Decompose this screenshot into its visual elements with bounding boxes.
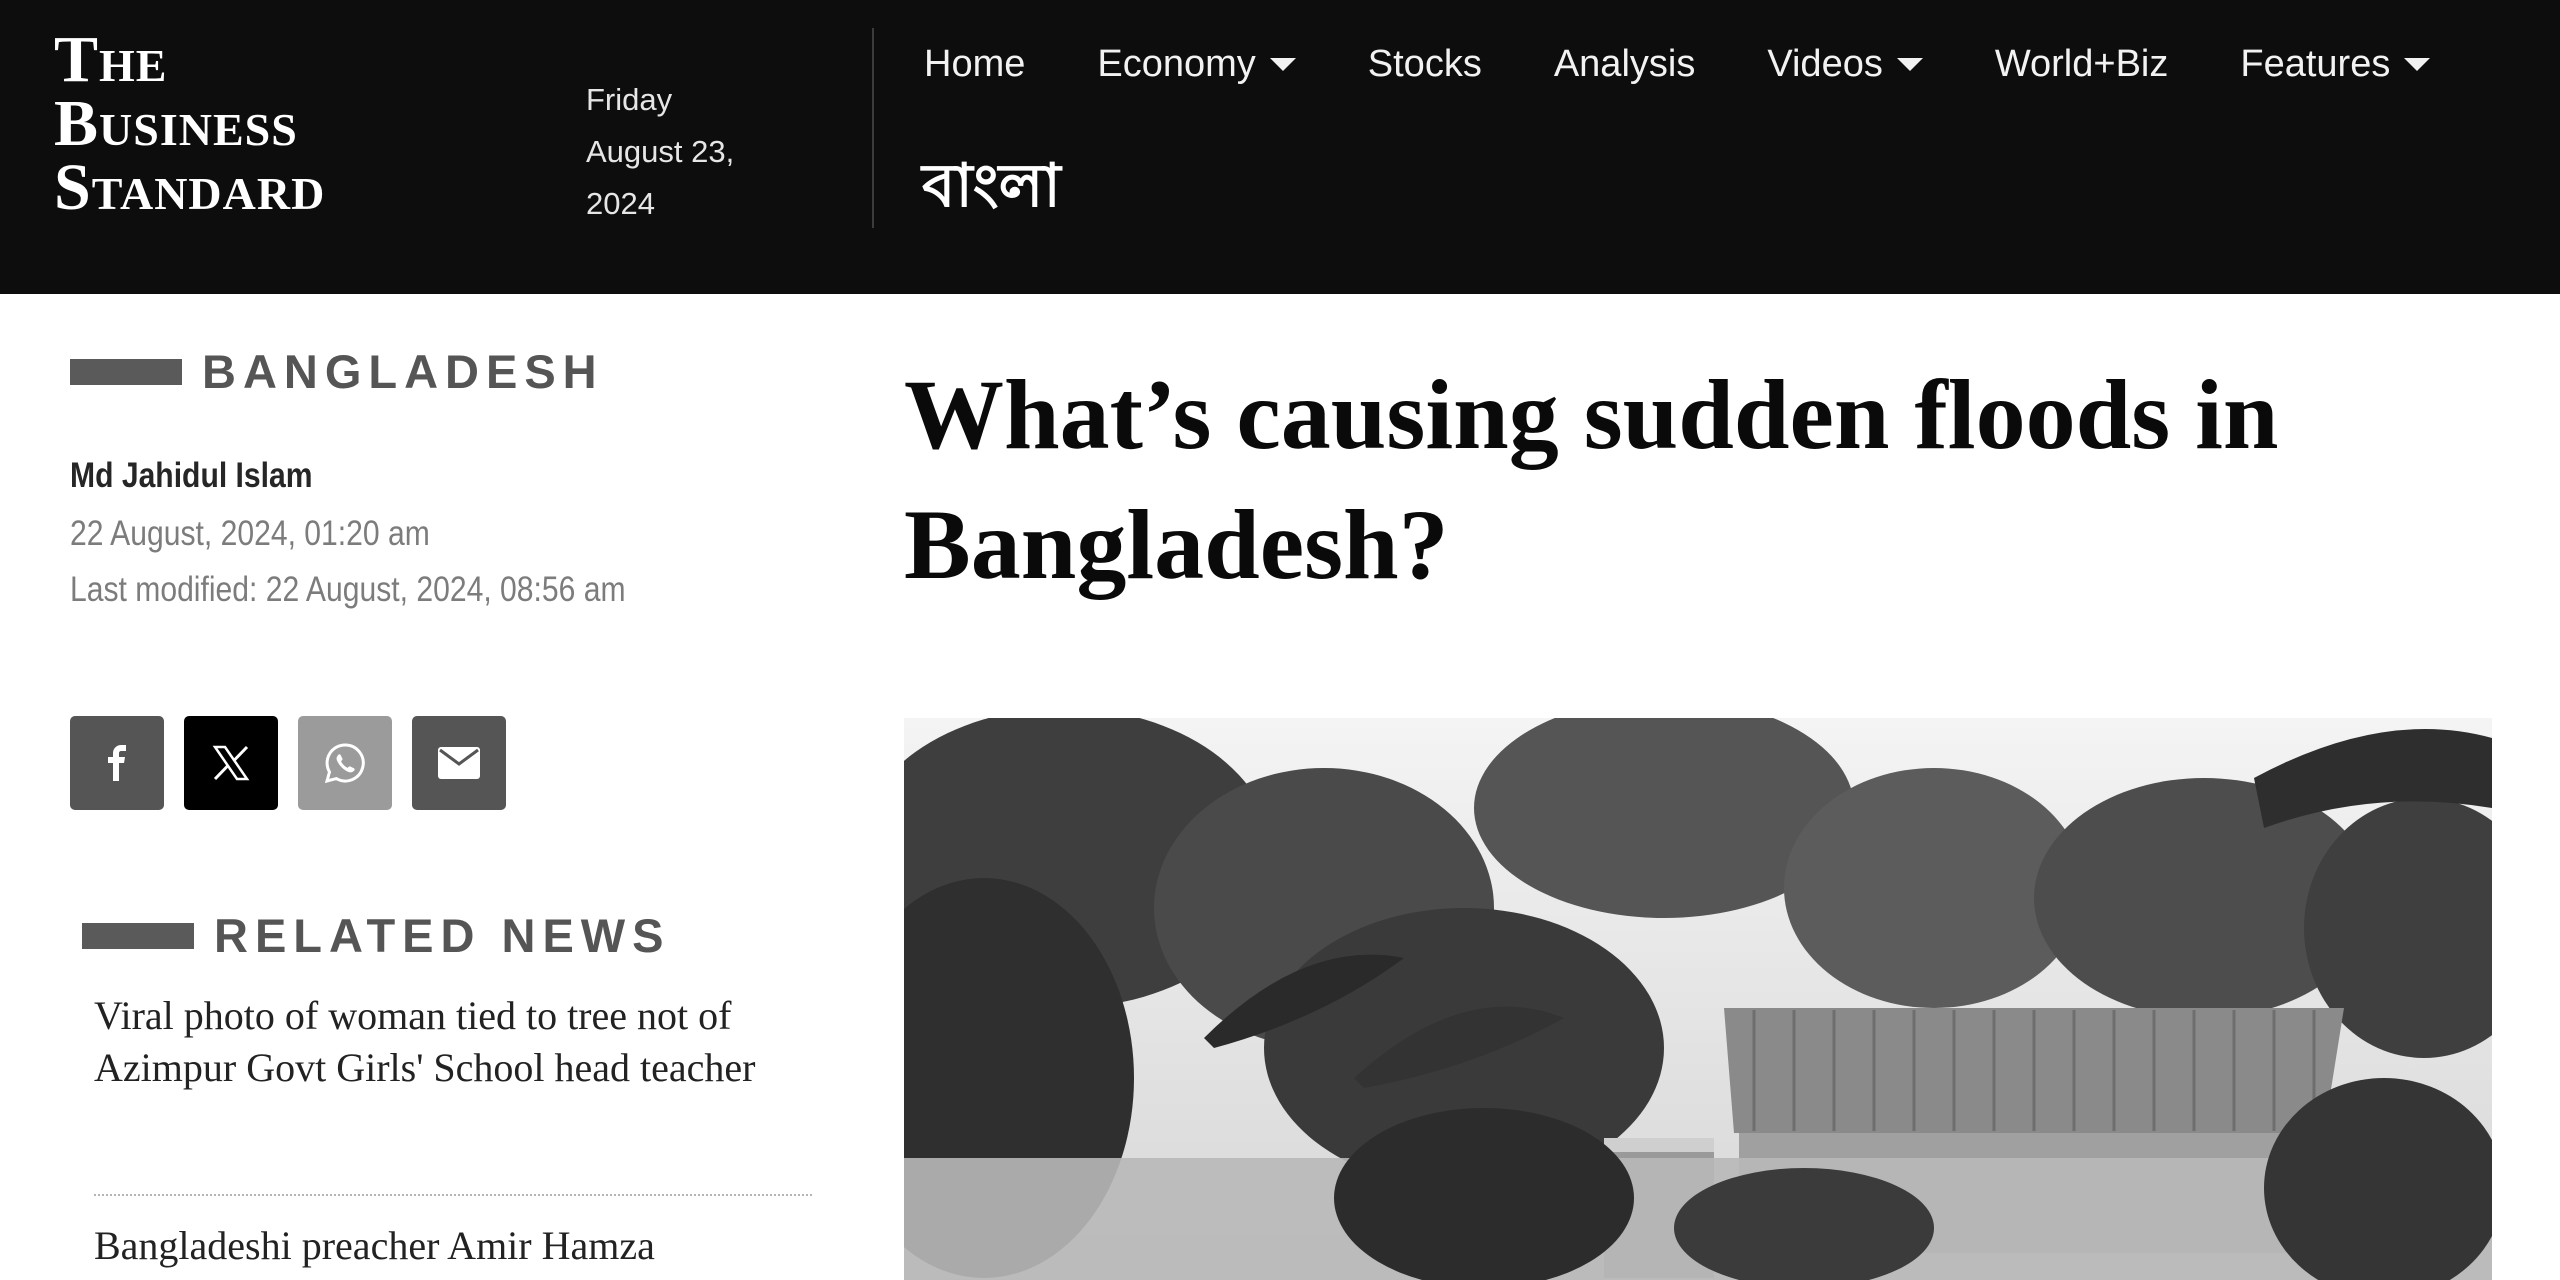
nav-item-label: Economy (1097, 42, 1256, 85)
related-separator (94, 1194, 812, 1196)
date-year: 2024 (586, 186, 655, 221)
nav-item-label: Home (924, 42, 1026, 85)
related-news-title: RELATED NEWS (214, 909, 671, 962)
nav-item-economy[interactable]: Economy (1097, 42, 1296, 86)
chevron-down-icon (1269, 57, 1296, 71)
chevron-down-icon (1896, 57, 1923, 71)
published-date: 22 August, 2024, 01:20 am (70, 514, 430, 553)
share-facebook-button[interactable] (70, 716, 164, 810)
share-email-button[interactable] (412, 716, 506, 810)
whatsapp-icon (324, 743, 365, 784)
share-whatsapp-button[interactable] (298, 716, 392, 810)
hero-image[interactable] (904, 718, 2492, 1280)
facebook-icon (108, 745, 126, 781)
header-divider (872, 28, 874, 228)
nav-item-analysis[interactable]: Analysis (1554, 43, 1696, 86)
related-news-item[interactable]: Viral photo of woman tied to tree not of… (94, 990, 814, 1094)
nav-item-stocks[interactable]: Stocks (1368, 43, 1482, 86)
nav-item-world-biz[interactable]: World+Biz (1995, 43, 2169, 86)
date-month-day: August 23, (586, 134, 735, 169)
category-label: BANGLADESH (202, 345, 604, 398)
nav-item-features[interactable]: Features (2240, 42, 2431, 86)
article-category[interactable]: BANGLADESH (70, 344, 604, 399)
site-logo[interactable]: The Business Standard (54, 23, 454, 224)
article-headline: What’s causing sudden floods in Banglade… (904, 359, 2279, 600)
section-bar (82, 922, 194, 949)
nav-item-label: Stocks (1367, 42, 1482, 85)
nav-item-label: Videos (1767, 42, 1883, 85)
nav-item-label: World+Biz (1994, 42, 2169, 85)
logo-line-2: Business (54, 87, 298, 160)
modified-date: Last modified: 22 August, 2024, 08:56 am (70, 570, 626, 609)
nav-item-label: Analysis (1553, 42, 1696, 85)
share-buttons (70, 716, 526, 810)
flood-photo (904, 718, 2492, 1280)
mail-icon (438, 747, 480, 779)
related-news-heading: RELATED NEWS (82, 908, 671, 963)
header-date: Friday August 23, 2024 (586, 74, 734, 230)
main-nav: Home Economy Stocks Analysis Videos Worl… (924, 34, 2502, 94)
related-news-item[interactable]: Bangladeshi preacher Amir Hamza (94, 1220, 814, 1272)
nav-item-videos[interactable]: Videos (1767, 43, 1923, 86)
author-name[interactable]: Md Jahidul Islam (70, 456, 313, 496)
section-bar (70, 358, 182, 385)
share-x-button[interactable] (184, 716, 278, 810)
x-icon (212, 745, 250, 781)
logo-line-3: Standard (54, 151, 326, 224)
site-header: The Business Standard Friday August 23, … (0, 0, 2560, 294)
date-weekday: Friday (586, 82, 673, 117)
chevron-down-icon (2404, 57, 2431, 71)
logo-line-1: The (54, 23, 168, 96)
nav-item-label: Features (2240, 42, 2391, 85)
nav-item-home[interactable]: Home (924, 43, 1025, 86)
nav-item-bangla[interactable]: বাংলা (922, 140, 1061, 240)
